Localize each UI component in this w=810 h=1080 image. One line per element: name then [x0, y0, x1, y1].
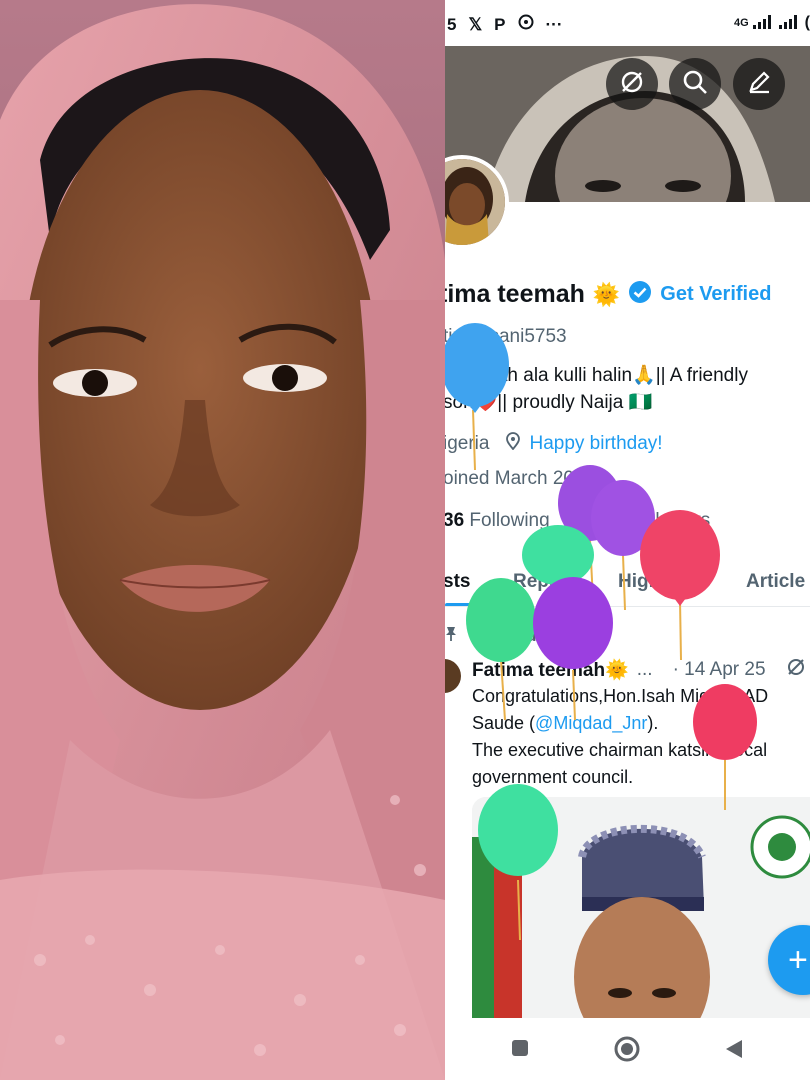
profile-handle: tima_sani5753 [445, 326, 567, 347]
search-icon [682, 69, 708, 100]
following-count[interactable]: 36 [445, 510, 464, 531]
portrait-photo [0, 0, 445, 1080]
tweet-grok-icon[interactable] [786, 657, 806, 683]
tab-articles[interactable]: Article [746, 571, 805, 593]
p-app-icon: P [494, 14, 506, 34]
more-notifications: ··· [545, 14, 563, 34]
birthday-link[interactable]: Happy birthday! [529, 433, 662, 455]
tweet-line-4: government council. [472, 767, 634, 787]
status-time: 5 [447, 14, 457, 34]
tweet-line-2-after: ). [647, 713, 659, 733]
followers-count[interactable]: 6,228 [576, 510, 624, 531]
avatar-image [445, 159, 505, 245]
x-app-icon: 𝕏 [468, 14, 483, 34]
portrait-illustration [0, 0, 445, 1080]
tweet-media-image[interactable] [472, 797, 810, 1027]
square-nav-icon[interactable] [510, 1038, 530, 1063]
signal-icon [752, 14, 775, 32]
edit-button[interactable] [733, 58, 785, 110]
tabs-divider [445, 606, 810, 607]
tweet-date[interactable]: · 14 Apr 25 [673, 659, 766, 681]
followers-label[interactable]: Followers [629, 510, 710, 531]
edit-icon [746, 69, 772, 100]
mention-link[interactable]: @Miqdad_Jnr [535, 713, 647, 733]
pin-icon [445, 626, 457, 647]
profile-meta: igeria Happy birthday! [445, 432, 663, 456]
signal-icon-2 [778, 14, 801, 32]
get-verified-link[interactable]: Get Verified [660, 283, 771, 306]
bio-line-1: mdulillah ala kulli halin🙏|| A friendly [445, 365, 748, 386]
bio-line-2: son❤️|| proudly Naija 🇳🇬 [445, 392, 653, 413]
compose-plus-icon: + [788, 940, 808, 979]
tweet-line-2-before: Saude ( [472, 713, 536, 733]
twitter-profile-screen: 5 𝕏 P ··· 4G (tima teemah 🌞 Get Verifie… [445, 0, 810, 1080]
joined-date: oined March 2024 [445, 468, 596, 489]
profile-location: igeria [445, 433, 490, 454]
tweet-header: Fatima teemah🌞 ... · 14 Apr 25 [472, 657, 806, 683]
tweet-text: Congratulations,Hon.Isah Miqdad AD Saude… [472, 683, 810, 791]
tweet-author-ellipsis: ... [636, 659, 653, 680]
profile-bio: mdulillah ala kulli halin🙏|| A friendly … [445, 362, 810, 416]
pinned-label: Pinned [483, 627, 537, 645]
grok-button[interactable] [606, 58, 658, 110]
tweet-line-3: The executive chairman katsina local [472, 740, 768, 760]
android-nav-bar [445, 1018, 810, 1080]
display-name: tima teemah [445, 280, 585, 308]
home-circle-nav-icon[interactable] [614, 1036, 640, 1067]
status-bar: 5 𝕏 P ··· 4G ( [445, 0, 810, 46]
back-triangle-nav-icon[interactable] [724, 1038, 744, 1065]
tweet-line-1: Congratulations,Hon.Isah Miqdad AD [472, 686, 769, 706]
battery-fragment: ( [804, 14, 810, 31]
pinned-label-row: Pinned [445, 626, 536, 647]
grok-icon [619, 69, 645, 100]
tweet-author[interactable]: Fatima teemah🌞 [472, 658, 629, 682]
notification-icon [518, 14, 534, 35]
verified-badge-icon [628, 280, 652, 309]
tab-replies[interactable]: Replies [513, 571, 581, 593]
location-pin-icon [505, 432, 521, 456]
tweet-media-illustration [472, 797, 810, 1027]
network-label: 4G [733, 17, 749, 29]
tweet-avatar[interactable] [445, 659, 461, 693]
profile-tabs: sts Replies Highlights Article [445, 565, 810, 607]
search-button[interactable] [669, 58, 721, 110]
tweet-line-2: Saude (@Miqdad_Jnr). [472, 710, 810, 737]
tab-posts[interactable]: sts [445, 571, 470, 593]
following-label[interactable]: Following [469, 510, 549, 531]
tab-highlights[interactable]: Highlights [618, 571, 711, 593]
follow-stats: 36 Following 6,228 Followers [445, 510, 710, 532]
name-emoji: 🌞 [592, 281, 621, 307]
